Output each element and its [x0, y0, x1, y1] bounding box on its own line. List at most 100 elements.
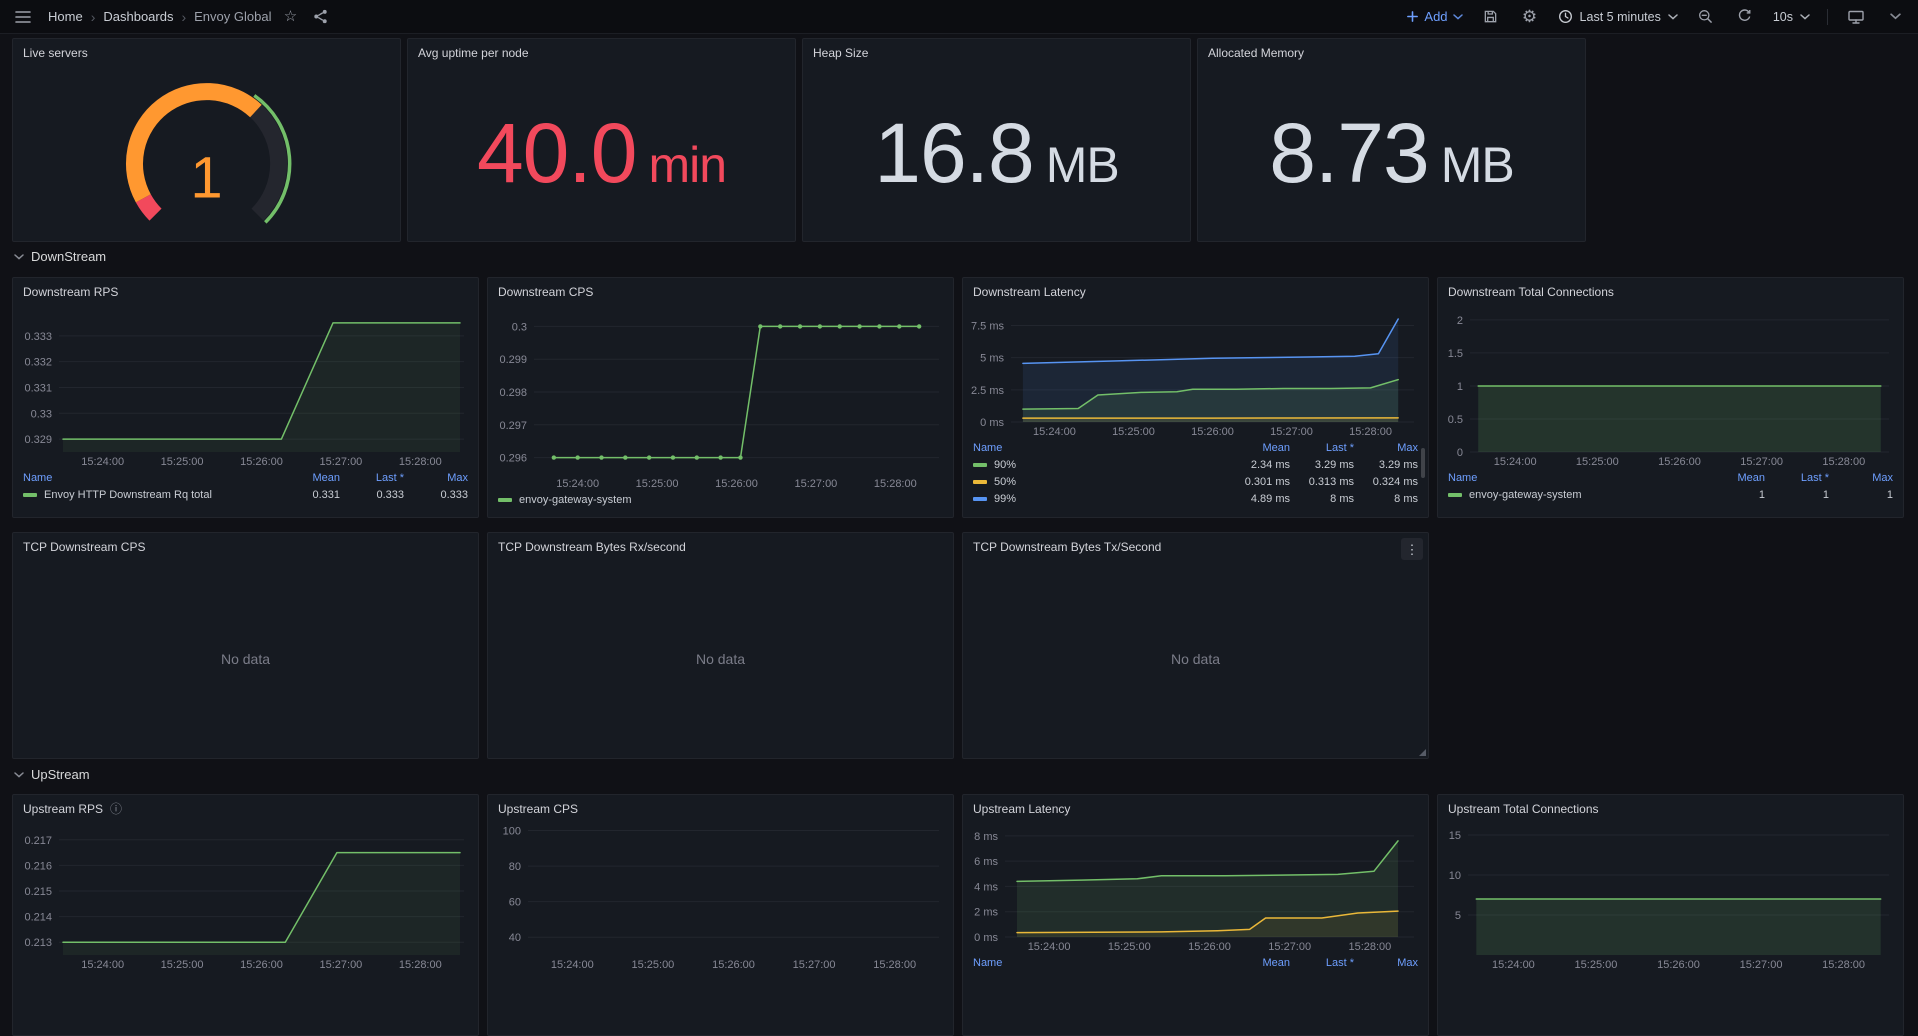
svg-text:0.298: 0.298: [499, 387, 527, 399]
svg-text:15:25:00: 15:25:00: [1576, 456, 1619, 468]
add-button[interactable]: Add: [1406, 9, 1462, 24]
svg-text:15:28:00: 15:28:00: [873, 959, 916, 971]
svg-text:0.33: 0.33: [31, 408, 52, 420]
svg-text:15:24:00: 15:24:00: [551, 959, 594, 971]
downstream-rps-chart[interactable]: 0.3290.330.3310.3320.33315:24:0015:25:00…: [13, 304, 478, 468]
svg-text:0.5: 0.5: [1448, 414, 1463, 426]
chevron-down-icon: [1800, 14, 1810, 20]
series-color-swatch: [1448, 493, 1462, 497]
svg-text:7.5 ms: 7.5 ms: [971, 320, 1005, 332]
menu-toggle-button[interactable]: [12, 5, 34, 29]
panel-header[interactable]: Allocated Memory: [1198, 39, 1585, 65]
svg-text:5: 5: [1455, 910, 1461, 922]
no-data-message: No data: [963, 559, 1428, 758]
legend-header[interactable]: NameMeanLast *Max: [23, 469, 468, 486]
panel-upstream-cps: Upstream CPS 40608010015:24:0015:25:0015…: [487, 794, 954, 1036]
panel-downstream-latency: Downstream Latency 0 ms2.5 ms5 ms7.5 ms1…: [962, 277, 1429, 518]
panel-resize-handle[interactable]: [1419, 749, 1426, 756]
breadcrumb-home[interactable]: Home: [48, 9, 83, 24]
chevron-down-icon: [14, 772, 24, 778]
upstream-rps-chart[interactable]: 0.2130.2140.2150.2160.21715:24:0015:25:0…: [13, 821, 478, 971]
upstream-cps-chart[interactable]: 40608010015:24:0015:25:0015:26:0015:27:0…: [488, 821, 953, 971]
legend-header[interactable]: NameMeanLast *Max: [973, 954, 1418, 971]
legend-row[interactable]: 50%0.301 ms0.313 ms0.324 ms: [973, 473, 1418, 490]
panel-header[interactable]: Downstream CPS: [488, 278, 953, 304]
panel-header[interactable]: Downstream Total Connections: [1438, 278, 1903, 304]
svg-text:15:25:00: 15:25:00: [1108, 941, 1151, 953]
save-icon: [1483, 9, 1498, 24]
panel-menu-button[interactable]: ⋮: [1401, 538, 1423, 560]
time-range-picker[interactable]: Last 5 minutes: [1558, 9, 1678, 24]
svg-text:0.299: 0.299: [499, 354, 527, 366]
svg-text:0.213: 0.213: [24, 937, 52, 949]
legend-row[interactable]: envoy-gateway-system: [498, 491, 943, 508]
save-dashboard-button[interactable]: [1480, 5, 1502, 29]
svg-text:15:24:00: 15:24:00: [81, 959, 124, 971]
upstream-total-connections-chart[interactable]: 5101515:24:0015:25:0015:26:0015:27:0015:…: [1438, 821, 1903, 971]
row-toggle-upstream[interactable]: UpStream: [14, 767, 90, 782]
panel-header[interactable]: TCP Downstream Bytes Tx/Second: [963, 533, 1428, 559]
legend-row[interactable]: envoy-gateway-system111: [1448, 486, 1893, 503]
panel-header[interactable]: Downstream RPS: [13, 278, 478, 304]
svg-text:15:26:00: 15:26:00: [240, 959, 283, 971]
legend-row[interactable]: 99%4.89 ms8 ms8 ms: [973, 490, 1418, 507]
share-button[interactable]: [309, 5, 331, 29]
heap-size-value: 16.8 MB: [874, 111, 1119, 195]
panel-title: TCP Downstream CPS: [23, 540, 145, 554]
series-color-swatch: [973, 463, 987, 467]
dashboard-settings-button[interactable]: ⚙: [1519, 5, 1541, 29]
panel-tcp-downstream-bytes-rx: TCP Downstream Bytes Rx/second No data: [487, 532, 954, 759]
panel-title: TCP Downstream Bytes Tx/Second: [973, 540, 1161, 554]
downstream-latency-chart[interactable]: 0 ms2.5 ms5 ms7.5 ms15:24:0015:25:0015:2…: [963, 304, 1428, 438]
panel-header[interactable]: Upstream Total Connections: [1438, 795, 1903, 821]
panel-header[interactable]: Heap Size: [803, 39, 1190, 65]
legend-header[interactable]: NameMeanLast *Max: [1448, 469, 1893, 486]
panel-header[interactable]: Upstream CPS: [488, 795, 953, 821]
panel-title: Upstream RPS: [23, 802, 103, 816]
navbar-collapse-button[interactable]: [1884, 5, 1906, 29]
panel-title: Upstream CPS: [498, 802, 578, 816]
stat-value-area: 8.73 MB: [1198, 65, 1585, 241]
upstream-latency-chart[interactable]: 0 ms2 ms4 ms6 ms8 ms15:24:0015:25:0015:2…: [963, 821, 1428, 953]
panel-header[interactable]: Live servers: [13, 39, 400, 65]
downstream-total-connections-legend: NameMeanLast *Maxenvoy-gateway-system111: [1438, 468, 1903, 507]
svg-text:15:27:00: 15:27:00: [794, 478, 837, 490]
refresh-interval-picker[interactable]: 10s: [1773, 10, 1810, 24]
svg-text:0 ms: 0 ms: [974, 932, 998, 944]
svg-text:2.5 ms: 2.5 ms: [971, 385, 1005, 397]
downstream-total-connections-chart[interactable]: 00.511.5215:24:0015:25:0015:26:0015:27:0…: [1438, 304, 1903, 468]
svg-text:15:25:00: 15:25:00: [1112, 426, 1155, 438]
upstream-latency-legend: NameMeanLast *Max: [963, 953, 1428, 975]
svg-text:15:28:00: 15:28:00: [399, 959, 442, 971]
breadcrumb-dashboards[interactable]: Dashboards: [103, 9, 173, 24]
panel-title: Avg uptime per node: [418, 46, 529, 60]
svg-text:0.214: 0.214: [24, 912, 52, 924]
info-icon[interactable]: ⓘ: [110, 803, 122, 815]
svg-text:15:27:00: 15:27:00: [793, 959, 836, 971]
row-toggle-downstream[interactable]: DownStream: [14, 249, 106, 264]
downstream-cps-chart[interactable]: 0.2960.2970.2980.2990.315:24:0015:25:001…: [488, 304, 953, 490]
panel-header[interactable]: TCP Downstream CPS: [13, 533, 478, 559]
svg-text:15:26:00: 15:26:00: [1657, 959, 1700, 971]
svg-text:15:26:00: 15:26:00: [712, 959, 755, 971]
svg-text:0: 0: [1457, 447, 1463, 459]
legend-header[interactable]: NameMeanLast *Max: [973, 439, 1418, 456]
panel-header[interactable]: Downstream Latency: [963, 278, 1428, 304]
svg-text:6 ms: 6 ms: [974, 856, 998, 868]
legend-row[interactable]: 90%2.34 ms3.29 ms3.29 ms: [973, 456, 1418, 473]
stat-unit: MB: [1441, 140, 1514, 190]
series-color-swatch: [973, 497, 987, 501]
legend-row[interactable]: Envoy HTTP Downstream Rq total0.3310.333…: [23, 486, 468, 503]
kiosk-mode-button[interactable]: [1845, 5, 1867, 29]
svg-text:15:24:00: 15:24:00: [1033, 426, 1076, 438]
legend-scrollbar[interactable]: [1421, 448, 1425, 478]
favorite-star-button[interactable]: ☆: [279, 5, 301, 29]
row-title: DownStream: [31, 249, 106, 264]
panel-header[interactable]: Upstream Latency: [963, 795, 1428, 821]
panel-header[interactable]: TCP Downstream Bytes Rx/second: [488, 533, 953, 559]
panel-header[interactable]: Upstream RPS ⓘ: [13, 795, 478, 821]
zoom-out-button[interactable]: [1695, 5, 1717, 29]
panel-title: Allocated Memory: [1208, 46, 1304, 60]
refresh-button[interactable]: [1734, 5, 1756, 29]
panel-header[interactable]: Avg uptime per node: [408, 39, 795, 65]
